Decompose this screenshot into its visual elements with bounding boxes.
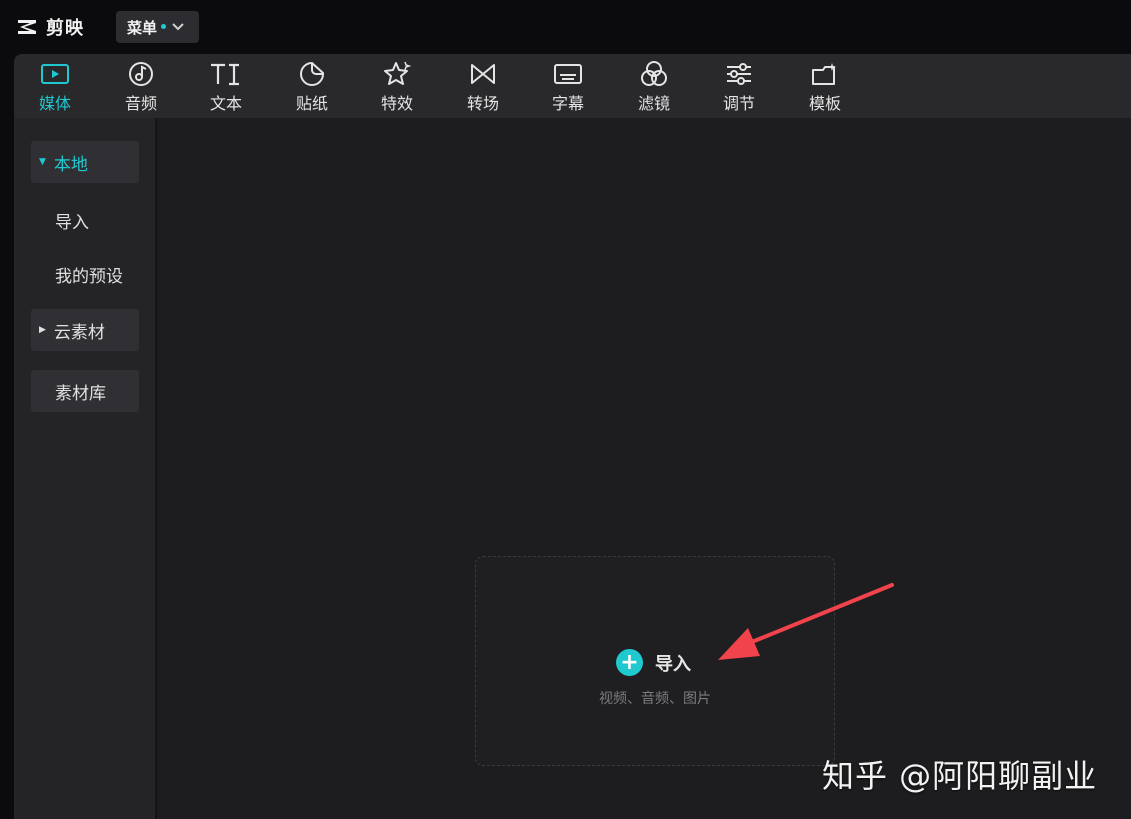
sticker-icon [298, 60, 326, 88]
import-hint: 视频、音频、图片 [599, 691, 711, 707]
app-logo: 剪映 [16, 14, 84, 40]
effects-star-icon [383, 60, 411, 88]
tab-label: 字幕 [551, 94, 584, 113]
media-sidebar: ▼ 本地 导入 我的预设 ▶ 云素材 素材库 [14, 118, 157, 819]
app-title: 剪映 [46, 18, 84, 39]
filter-circles-icon [639, 60, 669, 88]
tab-label: 调节 [722, 94, 755, 113]
chevron-down-icon [172, 20, 184, 34]
menu-label: 菜单 [127, 18, 158, 37]
watermark: 知乎 @阿阳聊副业 [822, 757, 1098, 795]
music-note-icon [127, 60, 155, 88]
adjust-sliders-icon [724, 60, 754, 88]
tab-media[interactable]: 媒体 [20, 60, 90, 114]
sidebar-item-asset-library[interactable]: 素材库 [31, 370, 139, 412]
tab-sticker[interactable]: 贴纸 [277, 60, 347, 114]
sidebar-item-cloud-assets[interactable]: ▶ 云素材 [31, 309, 139, 351]
media-play-icon [40, 60, 70, 88]
plus-icon: + [616, 649, 643, 676]
update-dot-icon [161, 24, 167, 29]
menu-button[interactable]: 菜单 [116, 11, 199, 43]
tab-label: 特效 [380, 94, 413, 113]
tab-template[interactable]: 模板 [790, 60, 860, 114]
asset-toolbar: 媒体 音频 文本 贴纸 特效 转场 字幕 滤镜 调节 模板 [14, 54, 1131, 118]
import-dropzone[interactable]: + 导入 视频、音频、图片 [475, 556, 835, 766]
tab-label: 贴纸 [295, 94, 328, 113]
tab-subtitle[interactable]: 字幕 [533, 60, 603, 114]
tab-label: 转场 [466, 94, 499, 113]
sidebar-item-my-presets[interactable]: 我的预设 [31, 253, 139, 295]
tab-label: 文本 [209, 94, 242, 113]
triangle-down-icon: ▼ [39, 157, 46, 167]
template-icon [810, 60, 840, 88]
sidebar-item-label: 素材库 [55, 383, 106, 404]
tab-adjust[interactable]: 调节 [704, 60, 774, 114]
tab-audio[interactable]: 音频 [106, 60, 176, 114]
media-main-area: + 导入 视频、音频、图片 [159, 118, 1131, 819]
editor-panel: 媒体 音频 文本 贴纸 特效 转场 字幕 滤镜 调节 模板 ▼ 本地 导入 我的… [14, 54, 1131, 819]
import-button[interactable]: + 导入 [616, 649, 691, 676]
text-ti-icon [209, 60, 243, 88]
sidebar-item-label: 我的预设 [55, 266, 123, 287]
tab-transition[interactable]: 转场 [448, 60, 518, 114]
subtitle-icon [553, 60, 583, 88]
tab-effects[interactable]: 特效 [362, 60, 432, 114]
tab-label: 滤镜 [637, 94, 670, 113]
triangle-right-icon: ▶ [39, 325, 46, 335]
tab-label: 模板 [808, 94, 841, 113]
sidebar-item-label: 导入 [55, 212, 89, 233]
tab-label: 音频 [124, 94, 157, 113]
sidebar-item-label: 本地 [53, 154, 88, 175]
sidebar-item-import[interactable]: 导入 [31, 199, 139, 241]
sidebar-item-local[interactable]: ▼ 本地 [31, 141, 139, 183]
tab-text[interactable]: 文本 [191, 60, 261, 114]
tab-filter[interactable]: 滤镜 [619, 60, 689, 114]
import-label: 导入 [655, 653, 691, 675]
sidebar-item-label: 云素材 [53, 322, 105, 343]
title-bar: 剪映 菜单 [0, 0, 1131, 54]
capcut-logo-icon [16, 17, 40, 37]
tab-label: 媒体 [38, 94, 71, 113]
transition-bowtie-icon [469, 60, 497, 88]
